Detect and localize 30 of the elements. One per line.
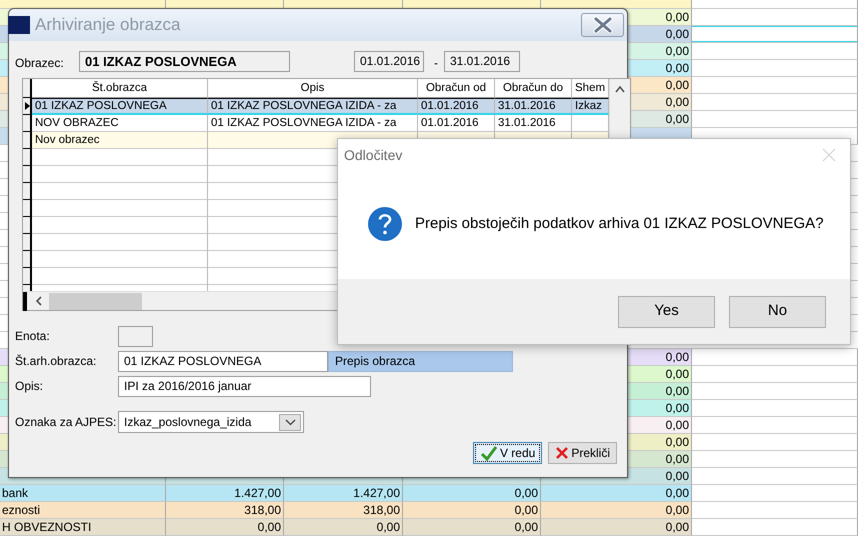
table-cell: 01.01.2016 xyxy=(418,98,495,115)
table-cell: 0,00 xyxy=(284,519,403,536)
message-text: Prepis obstoječih podatkov arhiva 01 IZKAZ POSLOVNEGA? xyxy=(415,214,824,234)
table-cell: H OBVEZNOSTI xyxy=(0,519,166,536)
info-label: Prepis obrazca xyxy=(328,350,513,372)
table-cell: 01 IZKAZ POSLOVNEGA xyxy=(32,98,208,115)
window-title: Arhiviranje obrazca xyxy=(35,14,181,36)
field-label: Oznaka za AJPES: xyxy=(15,414,118,431)
form-field: 01 IZKAZ POSLOVNEGA xyxy=(79,50,290,72)
date-field: 01.01.2016 xyxy=(354,50,424,72)
table-cell: 318,00 xyxy=(284,502,403,519)
table-cell: 318,00 xyxy=(166,502,284,519)
table-cell: bank xyxy=(0,485,166,502)
table-cell: 0,00 xyxy=(541,485,692,502)
table-cell: Izkaz xyxy=(572,98,609,115)
table-cell: 0,00 xyxy=(541,502,692,519)
table-cell: 0,00 xyxy=(541,519,692,536)
table-cell: 31.01.2016 xyxy=(495,98,572,115)
table-cell: 1.427,00 xyxy=(166,485,284,502)
dropdown-value: Izkaz_poslovnega_izida xyxy=(124,414,252,431)
table-cell: 0,00 xyxy=(403,485,541,502)
field-label: Enota: xyxy=(15,328,51,345)
table-cell: eznosti xyxy=(0,502,166,519)
table-cell: 1.427,00 xyxy=(284,485,403,502)
table-cell: 01 IZKAZ POSLOVNEGA IZIDA - za xyxy=(208,98,418,115)
table-cell: Nov obrazec xyxy=(32,132,208,149)
table-cell: 0,00 xyxy=(166,519,284,536)
table-cell: 0,00 xyxy=(403,519,541,536)
date-field: 31.01.2016 xyxy=(444,50,520,72)
table-cell: 0,00 xyxy=(403,502,541,519)
